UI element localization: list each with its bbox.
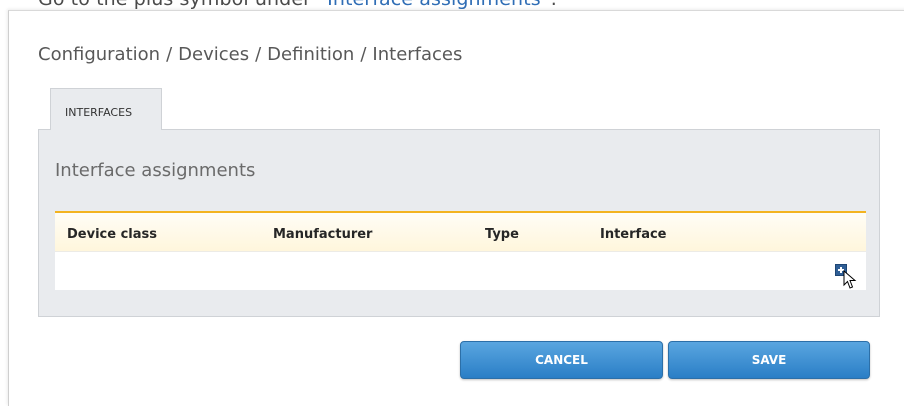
column-header-manufacturer[interactable]: Manufacturer [273, 227, 372, 242]
breadcrumb-separator: / [360, 44, 367, 65]
breadcrumb-item-devices[interactable]: Devices [178, 44, 249, 65]
column-header-device-class[interactable]: Device class [67, 227, 157, 242]
instruction-highlight: Interface assignments [327, 0, 541, 10]
interface-assignments-panel: Interface assignments Device class Manuf… [38, 129, 880, 317]
breadcrumb-separator: / [255, 44, 262, 65]
table-header: Device class Manufacturer Type Interface [55, 211, 866, 251]
breadcrumb-separator: / [166, 44, 173, 65]
instruction-text: Go to the plus symbol under “Interface a… [38, 0, 557, 10]
column-header-type[interactable]: Type [485, 227, 519, 242]
save-button[interactable]: SAVE [668, 341, 870, 379]
cancel-button[interactable]: CANCEL [460, 341, 663, 379]
section-title: Interface assignments [55, 160, 256, 181]
instruction-suffix: ”. [541, 0, 557, 10]
column-header-interface[interactable]: Interface [600, 227, 667, 242]
add-interface-button[interactable] [835, 264, 847, 276]
breadcrumb-item-interfaces: Interfaces [372, 44, 463, 65]
tab-interfaces[interactable]: INTERFACES [50, 88, 162, 130]
instruction-prefix: Go to the plus symbol under “ [38, 0, 327, 10]
breadcrumb-item-definition[interactable]: Definition [267, 44, 354, 65]
interface-assignments-table: Device class Manufacturer Type Interface [55, 211, 866, 290]
table-row [55, 251, 866, 290]
breadcrumb: Configuration / Devices / Definition / Interfa… [38, 44, 462, 65]
breadcrumb-item-configuration[interactable]: Configuration [38, 44, 160, 65]
